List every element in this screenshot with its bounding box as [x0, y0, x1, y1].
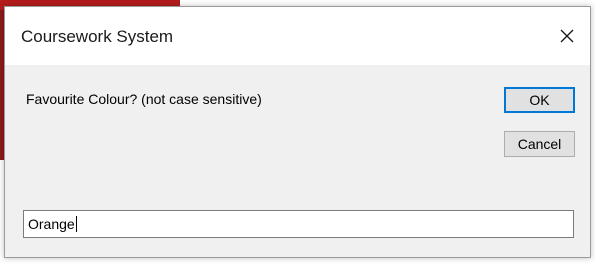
input-dialog: Coursework System Favourite Colour? (not… — [4, 6, 591, 258]
close-button[interactable] — [544, 7, 590, 65]
cancel-button-label: Cancel — [517, 136, 562, 152]
close-icon — [559, 28, 575, 44]
prompt-label: Favourite Colour? (not case sensitive) — [26, 91, 262, 107]
ok-button[interactable]: OK — [504, 87, 575, 113]
answer-input[interactable]: Orange — [23, 210, 574, 238]
title-bar[interactable]: Coursework System — [5, 7, 590, 65]
dialog-title: Coursework System — [21, 27, 174, 46]
cancel-button[interactable]: Cancel — [504, 131, 575, 157]
text-caret — [75, 216, 77, 232]
ok-button-label: OK — [529, 92, 550, 108]
answer-input-value: Orange — [28, 216, 75, 232]
